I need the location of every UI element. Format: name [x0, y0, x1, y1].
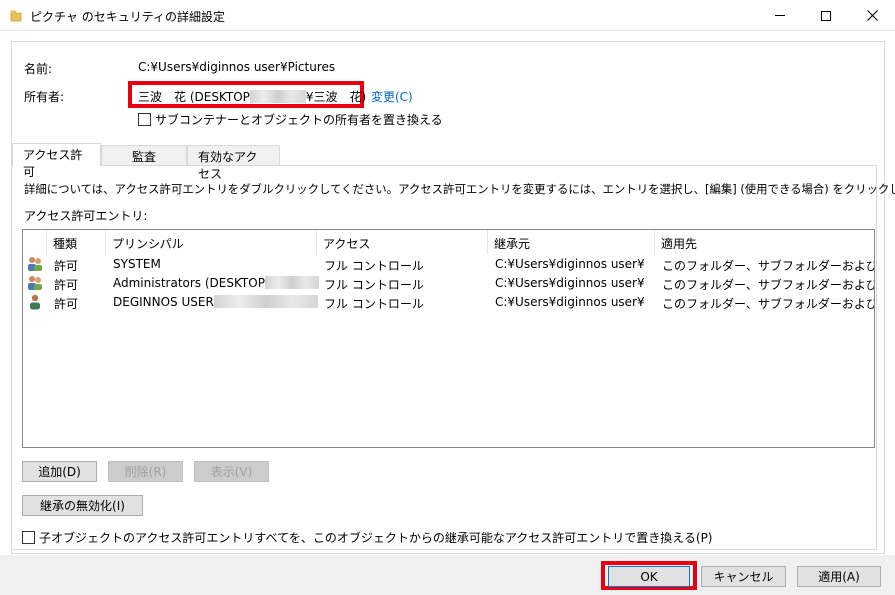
header-applies-to[interactable]: 適用先 [655, 230, 874, 254]
replace-owner-label: サブコンテナーとオブジェクトの所有者を置き換える [155, 113, 443, 127]
row-principal-text: DEGINNOS USER [113, 295, 214, 309]
close-icon [866, 10, 878, 21]
table-row[interactable]: 許可 DEGINNOS USER フル コントロール C:¥Users¥digi… [23, 293, 874, 311]
window-title: ピクチャ のセキュリティの詳細設定 [30, 10, 225, 24]
row-principal: Administrators (DESKTOP [113, 276, 319, 290]
apply-button[interactable]: 適用(A) [797, 566, 881, 587]
replace-owner-checkbox[interactable]: サブコンテナーとオブジェクトの所有者を置き換える [138, 111, 443, 128]
row-applies-to: このフォルダー、サブフォルダーおよびファイル [662, 278, 874, 292]
remove-button[interactable]: 削除(R) [108, 461, 183, 482]
ok-button[interactable]: OK [608, 566, 690, 587]
name-value: C:¥Users¥diginnos user¥Pictures [138, 60, 336, 74]
checkbox-box[interactable] [138, 113, 151, 126]
group-users-icon [28, 257, 42, 271]
change-owner-link[interactable]: 変更(C) [371, 88, 413, 105]
row-inherited-from: C:¥Users¥diginnos user¥ [495, 295, 645, 309]
header-type[interactable]: 種類 [47, 230, 106, 254]
redacted-area [264, 276, 319, 289]
owner-value-suffix: ¥三波 花) [305, 90, 367, 104]
redacted-area [213, 295, 318, 308]
row-type: 許可 [54, 259, 79, 273]
redacted-area [249, 90, 306, 103]
checkbox-box[interactable] [22, 531, 35, 544]
cancel-button[interactable]: キャンセル [701, 566, 786, 587]
owner-label: 所有者: [24, 90, 65, 104]
info-text: 詳細については、アクセス許可エントリをダブルクリックしてください。アクセス許可エ… [24, 182, 895, 196]
replace-child-permissions-checkbox[interactable]: 子オブジェクトのアクセス許可エントリすべてを、このオブジェクトからの継承可能なア… [22, 529, 713, 546]
header-inherited-from[interactable]: 継承元 [488, 230, 655, 254]
maximize-icon [821, 10, 831, 21]
row-type: 許可 [54, 278, 79, 292]
tab-auditing-label: 監査 [132, 150, 157, 164]
owner-value: 三波 花 (DESKTOP ¥三波 花) [138, 88, 366, 105]
table-row[interactable]: 許可 Administrators (DESKTOP フル コントロール C:¥… [23, 274, 874, 292]
row-applies-to: このフォルダー、サブフォルダーおよびファイル [662, 297, 874, 311]
maximize-button[interactable] [803, 0, 849, 31]
minimize-icon [775, 15, 785, 16]
add-button[interactable]: 追加(D) [22, 461, 97, 482]
permission-entries-list[interactable]: 種類 プリンシパル アクセス 継承元 適用先 許可 SYSTEM フル コントロ… [22, 229, 875, 448]
minimize-button[interactable] [757, 0, 803, 31]
row-type: 許可 [54, 297, 79, 311]
list-header: 種類 プリンシパル アクセス 継承元 適用先 [23, 230, 874, 254]
header-access[interactable]: アクセス [317, 230, 488, 254]
group-users-icon [28, 276, 42, 290]
replace-child-label: 子オブジェクトのアクセス許可エントリすべてを、このオブジェクトからの継承可能なア… [39, 531, 713, 545]
single-user-icon [30, 294, 40, 310]
tab-permissions[interactable]: アクセス許可 [12, 143, 101, 179]
row-access: フル コントロール [324, 259, 424, 273]
row-applies-to: このフォルダー、サブフォルダーおよびファイル [662, 259, 874, 273]
header-icon-column [23, 230, 47, 254]
table-row[interactable]: 許可 SYSTEM フル コントロール C:¥Users¥diginnos us… [23, 255, 874, 273]
row-access: フル コントロール [324, 297, 424, 311]
row-principal-text: Administrators (DESKTOP [113, 276, 265, 290]
view-button[interactable]: 表示(V) [194, 461, 269, 482]
row-inherited-from: C:¥Users¥diginnos user¥ [495, 276, 645, 290]
tab-auditing[interactable]: 監査 [101, 145, 187, 165]
title-bar: ピクチャ のセキュリティの詳細設定 [0, 0, 895, 31]
header-principal[interactable]: プリンシパル [106, 230, 317, 254]
row-inherited-from: C:¥Users¥diginnos user¥ [495, 257, 645, 271]
entries-label: アクセス許可エントリ: [24, 209, 148, 223]
close-button[interactable] [849, 0, 895, 31]
disable-inheritance-button[interactable]: 継承の無効化(I) [22, 495, 143, 516]
tab-effective-access[interactable]: 有効なアクセス [187, 145, 280, 181]
name-label: 名前: [24, 62, 53, 76]
row-principal: DEGINNOS USER [113, 295, 318, 309]
folder-icon [10, 10, 22, 22]
row-access: フル コントロール [324, 278, 424, 292]
row-principal: SYSTEM [113, 257, 161, 271]
owner-value-prefix: 三波 花 (DESKTOP [138, 90, 250, 104]
